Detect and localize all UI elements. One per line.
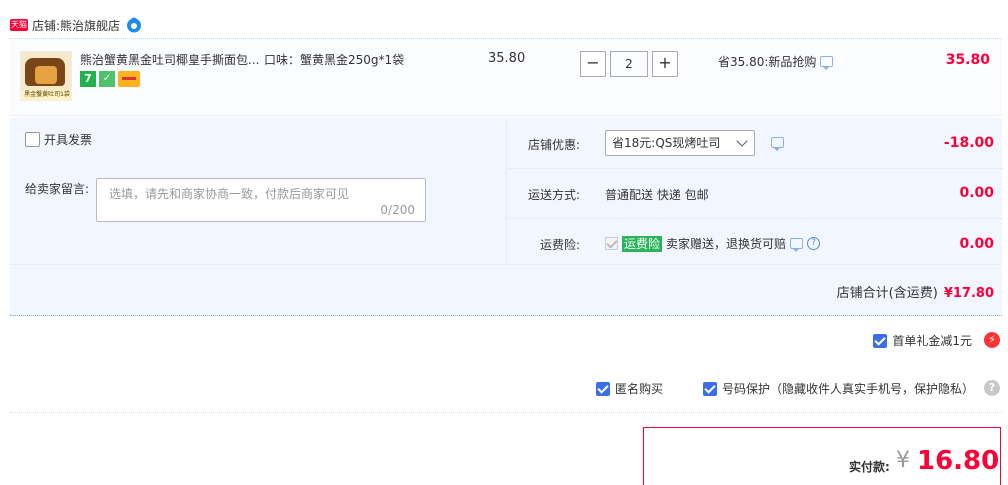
pay-amount: 16.80 bbox=[917, 446, 1000, 476]
promotion-info: 省35.80:新品抢购 bbox=[718, 53, 834, 70]
first-order-gift-option[interactable]: 首单礼金减1元 bbox=[873, 332, 972, 349]
seller-message-placeholder: 选填，请先和商家协商一致，付款后商家可见 bbox=[109, 187, 350, 201]
left-options: 开具发票 给卖家留言: 选填，请先和商家协商一致，付款后商家可见 0/200 bbox=[10, 118, 504, 264]
lightning-icon: ⚡ bbox=[984, 332, 1000, 348]
payment-summary: 实付款: ¥ 16.80 bbox=[643, 427, 1001, 485]
shop-total-value: ¥17.80 bbox=[943, 286, 994, 301]
pay-label: 实付款: bbox=[849, 460, 890, 474]
shop-name-link[interactable]: 熊治旗舰店 bbox=[60, 17, 120, 34]
quantity-plus-button[interactable]: + bbox=[652, 51, 678, 77]
anonymous-label: 匿名购买 bbox=[615, 382, 664, 396]
seven-day-return-badge[interactable]: 7 bbox=[80, 71, 96, 87]
thumbnail-caption: 黑金蟹黄吐司1袋 bbox=[21, 90, 71, 100]
insurance-amount: 0.00 bbox=[959, 236, 994, 252]
shield-badge-icon[interactable]: ✓ bbox=[99, 71, 115, 87]
anonymous-purchase-option[interactable]: 匿名购买 bbox=[596, 380, 663, 397]
invoice-checkbox[interactable] bbox=[25, 132, 40, 147]
shop-total: 店铺合计(含运费) ¥17.80 bbox=[837, 282, 994, 301]
seller-message-label: 给卖家留言: bbox=[25, 182, 90, 196]
anonymous-checkbox[interactable] bbox=[596, 381, 610, 396]
shop-total-label: 店铺合计(含运费) bbox=[836, 286, 938, 301]
unit-price: 35.80 bbox=[488, 51, 526, 66]
shipping-value: 普通配送 快递 包邮 bbox=[605, 188, 709, 202]
quantity-input[interactable]: 2 bbox=[610, 51, 648, 77]
chat-icon[interactable] bbox=[126, 17, 142, 33]
tmall-badge: 天猫 bbox=[10, 19, 28, 31]
shop-label: 店铺: bbox=[32, 18, 61, 33]
order-options-panel: 开具发票 给卖家留言: 选填，请先和商家协商一致，付款后商家可见 0/200 店… bbox=[10, 118, 1003, 316]
shop-coupon-value: 省18元:QS现烤吐司 bbox=[612, 136, 721, 150]
seller-message-input[interactable]: 选填，请先和商家协商一致，付款后商家可见 0/200 bbox=[96, 178, 426, 222]
quantity-stepper: − 2 + bbox=[580, 51, 678, 77]
shipping-amount: 0.00 bbox=[959, 185, 994, 201]
chevron-down-icon bbox=[736, 135, 748, 147]
gift-checkbox[interactable] bbox=[873, 333, 888, 348]
insurance-tag: 运费险 bbox=[622, 235, 663, 252]
insurance-text: 卖家赠送，退换货可赔 bbox=[666, 237, 787, 251]
number-protection-option[interactable]: 号码保护（隐藏收件人真实手机号，保护隐私） bbox=[703, 380, 974, 397]
product-title-link[interactable]: 熊治蟹黄黑金吐司椰皇手撕面包... bbox=[80, 51, 259, 68]
right-options: 店铺优惠: 省18元:QS现烤吐司 -18.00 运送方式: 普通配送 快递 包… bbox=[506, 118, 1003, 264]
question-icon[interactable]: ? bbox=[984, 380, 1000, 396]
quantity-minus-button[interactable]: − bbox=[580, 51, 606, 77]
shop-coupon-select[interactable]: 省18元:QS现烤吐司 bbox=[605, 130, 755, 156]
shipping-label: 运送方式: bbox=[527, 188, 580, 202]
number-protection-label: 号码保护（隐藏收件人真实手机号，保护隐私） bbox=[722, 382, 975, 396]
shop-header: 天猫 店铺: 熊治旗舰店 bbox=[10, 14, 142, 36]
line-total: 35.80 bbox=[945, 52, 990, 68]
divider bbox=[10, 412, 1002, 413]
credit-card-badge-icon[interactable] bbox=[118, 71, 140, 87]
seller-message-count: 0/200 bbox=[380, 203, 415, 217]
invoice-option[interactable]: 开具发票 bbox=[25, 131, 92, 148]
insurance-checkbox bbox=[605, 237, 618, 250]
message-icon[interactable] bbox=[820, 56, 834, 70]
help-icon[interactable]: ? bbox=[807, 237, 821, 250]
product-attribute: 口味：蟹黄黑金250g*1袋 bbox=[264, 53, 405, 67]
service-badges: 7 ✓ bbox=[80, 71, 140, 87]
message-icon[interactable] bbox=[790, 238, 804, 252]
order-item-row: 黑金蟹黄吐司1袋 熊治蟹黄黑金吐司椰皇手撕面包... 口味：蟹黄黑金250g*1… bbox=[10, 38, 1002, 116]
number-protection-checkbox[interactable] bbox=[703, 381, 717, 396]
invoice-label: 开具发票 bbox=[44, 133, 93, 147]
shop-coupon-label: 店铺优惠: bbox=[527, 138, 580, 152]
insurance-label: 运费险: bbox=[539, 238, 580, 252]
message-icon[interactable] bbox=[771, 137, 784, 151]
shop-coupon-amount: -18.00 bbox=[943, 135, 994, 151]
product-thumbnail[interactable]: 黑金蟹黄吐司1袋 bbox=[20, 51, 72, 101]
insurance-info: 运费险 卖家赠送，退换货可赔 ? bbox=[605, 235, 821, 252]
gift-label: 首单礼金减1元 bbox=[892, 334, 972, 348]
pay-currency: ¥ bbox=[896, 448, 910, 473]
promotion-text: 省35.80:新品抢购 bbox=[718, 55, 817, 69]
